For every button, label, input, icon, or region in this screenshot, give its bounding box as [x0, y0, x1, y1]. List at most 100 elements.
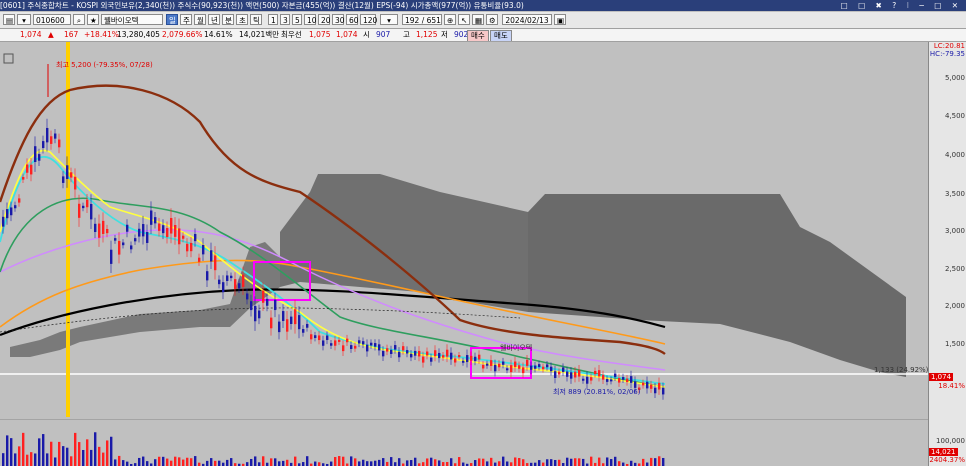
volume-bar [550, 459, 553, 466]
interval-3[interactable]: 3 [280, 14, 290, 25]
last-line-label: 1,133 (24.92%) [874, 366, 929, 374]
data-count-field[interactable]: 192 / 651 [402, 14, 442, 25]
volume-bar [554, 459, 557, 466]
stock-type-dropdown[interactable]: ▾ [17, 14, 31, 25]
period-day[interactable]: 일 [166, 14, 178, 25]
interval-10[interactable]: 10 [304, 14, 317, 25]
period-week[interactable]: 주 [180, 14, 192, 25]
period-minute[interactable]: 분 [222, 14, 234, 25]
window-title: [0601] 주식종합차트 - KOSPI 외국인보유(2,340(천)) 주식… [0, 1, 524, 10]
candle [550, 366, 553, 372]
candle [330, 343, 333, 346]
volume-bar [58, 441, 61, 466]
candle [386, 348, 389, 352]
menu-icon[interactable]: ▤ [3, 14, 15, 25]
ask-price-2: 1,074 [336, 30, 358, 39]
search-icon[interactable]: ⌕ [73, 14, 85, 25]
candle [302, 329, 305, 333]
period-month[interactable]: 월 [194, 14, 206, 25]
candle [346, 338, 349, 343]
candle [622, 377, 625, 380]
price-chart[interactable] [0, 42, 928, 417]
current-price: 1,074 [20, 30, 42, 39]
volume-bar [294, 456, 297, 466]
grid-icon[interactable]: ▦ [472, 14, 484, 25]
candle [210, 250, 213, 262]
interval-30[interactable]: 30 [332, 14, 345, 25]
volume-bar [262, 456, 265, 466]
volume-bar [390, 457, 393, 466]
volume-bar [566, 457, 569, 466]
candle [178, 228, 181, 245]
volume-bar [382, 458, 385, 466]
interval-20[interactable]: 20 [318, 14, 331, 25]
candle [530, 365, 533, 370]
cursor-icon[interactable]: ↖ [458, 14, 470, 25]
candle [190, 242, 193, 252]
low-marker-label: 최저 889 (20.81%, 02/06) [553, 388, 641, 396]
candle [326, 335, 329, 340]
buy-button[interactable]: 매수 [467, 30, 489, 41]
volume-bar [362, 459, 365, 466]
volume-bar [386, 461, 389, 466]
candle [494, 364, 497, 372]
volume-bar [518, 457, 521, 466]
candle [202, 244, 205, 255]
volume-bar [218, 460, 221, 466]
gear-icon[interactable]: ⚙ [486, 14, 498, 25]
tick-2500: 2,500 [944, 265, 965, 273]
sell-button[interactable]: 매도 [490, 30, 512, 41]
volume-bar [78, 442, 81, 466]
candle [126, 224, 129, 232]
candle [130, 245, 133, 250]
candle [606, 379, 609, 382]
candle [566, 371, 569, 377]
candle [478, 354, 481, 360]
candle [598, 370, 601, 377]
volume-bar [398, 458, 401, 466]
volume-bar [154, 459, 157, 466]
candle [446, 349, 449, 357]
candle [146, 232, 149, 243]
interval-dropdown[interactable]: ▾ [380, 14, 398, 25]
candle [6, 209, 9, 219]
interval-1[interactable]: 1 [268, 14, 278, 25]
candle [362, 341, 365, 345]
volume-bar [486, 461, 489, 466]
date-input[interactable]: 2024/02/13 [502, 14, 552, 25]
volume-bar [438, 460, 441, 466]
volume-bar [50, 441, 53, 466]
volume-chart[interactable] [0, 419, 928, 466]
volume-bar [114, 459, 117, 466]
stock-code-input[interactable]: 010600 [33, 14, 71, 25]
volume-bar [90, 449, 93, 466]
candle [498, 363, 501, 368]
calendar-icon[interactable]: ▣ [554, 14, 566, 25]
turnover: 14.61% [204, 30, 233, 39]
candle [438, 352, 441, 359]
candle [522, 367, 525, 374]
candle [174, 225, 177, 237]
period-second[interactable]: 초 [236, 14, 248, 25]
candle [538, 364, 541, 367]
window-controls[interactable]: □ □ ✖ ? ⁝ ─ □ ✕ [841, 0, 962, 11]
volume-bar [598, 457, 601, 466]
magnify-icon[interactable]: ⊕ [444, 14, 456, 25]
candle [222, 282, 225, 293]
interval-120[interactable]: 120 [360, 14, 377, 25]
candle [22, 176, 25, 180]
interval-5[interactable]: 5 [292, 14, 302, 25]
volume-bar [622, 462, 625, 466]
volume-bar [210, 458, 213, 466]
volume-bar [406, 460, 409, 466]
period-tick[interactable]: 틱 [250, 14, 262, 25]
candle [546, 364, 549, 368]
volume-bar [606, 457, 609, 466]
favorite-icon[interactable]: ★ [87, 14, 99, 25]
interval-60[interactable]: 60 [346, 14, 359, 25]
period-year[interactable]: 년 [208, 14, 220, 25]
volume-bar [66, 447, 69, 466]
volume-bar [494, 462, 497, 466]
candle [170, 217, 173, 234]
volume-bar [506, 461, 509, 466]
